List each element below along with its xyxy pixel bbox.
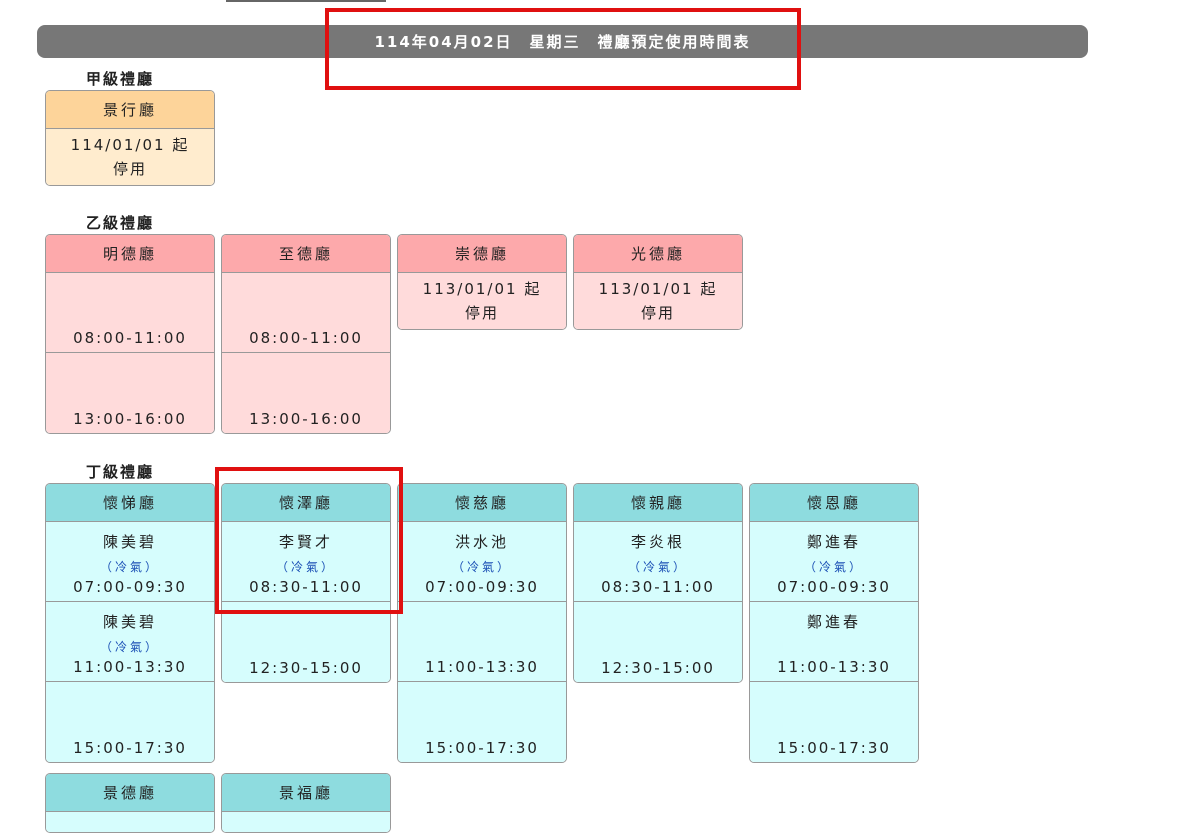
section-title-yi: 乙級禮廳 — [86, 214, 155, 232]
closed-date: 113/01/01 起 — [422, 280, 542, 298]
booker-name: 李炎根 — [630, 533, 685, 551]
time-slot[interactable]: 15:00-17:30 — [46, 682, 214, 762]
booker-name: 李賢才 — [278, 533, 333, 551]
hall-card-mingde: 明德廳 08:00-11:00 13:00-16:00 — [45, 234, 215, 434]
ac-label: （冷氣） — [803, 560, 864, 574]
time-slot[interactable]: 15:00-17:30 — [398, 682, 566, 762]
time-slot[interactable]: 12:30-15:00 — [574, 602, 742, 682]
hall-card-huaiti: 懷悌廳 陳美碧 （冷氣） 07:00-09:30 陳美碧 （冷氣） 11:00-… — [45, 483, 215, 763]
time-slot[interactable]: 陳美碧 （冷氣） 11:00-13:30 — [46, 602, 214, 682]
hall-name: 景行廳 — [46, 91, 214, 129]
hall-name: 懷悌廳 — [46, 484, 214, 522]
ac-label: （冷氣） — [99, 560, 160, 574]
time-slot[interactable]: 12:30-15:00 — [222, 602, 390, 682]
time-slot[interactable]: 鄭進春 （冷氣） 07:00-09:30 — [750, 522, 918, 602]
slot-time: 08:00-11:00 — [73, 329, 187, 347]
time-slot[interactable]: 08:00-11:00 — [222, 273, 390, 353]
hall-name: 景福廳 — [222, 774, 390, 812]
booker-name: 洪水池 — [454, 533, 509, 551]
slot-time: 12:30-15:00 — [601, 659, 715, 677]
slot-time: 08:00-11:00 — [249, 329, 363, 347]
schedule-header: 114年04月02日 星期三 禮廳預定使用時間表 — [37, 25, 1088, 58]
hall-card-jingxing: 景行廳 114/01/01 起 停用 — [45, 90, 215, 186]
closed-text: 停用 — [112, 160, 147, 178]
schedule-title: 114年04月02日 星期三 禮廳預定使用時間表 — [374, 33, 751, 51]
slot-time: 11:00-13:30 — [425, 658, 539, 676]
hall-card-huaici: 懷慈廳 洪水池 （冷氣） 07:00-09:30 11:00-13:30 15:… — [397, 483, 567, 763]
hall-name: 崇德廳 — [398, 235, 566, 273]
time-slot[interactable]: 李炎根 （冷氣） 08:30-11:00 — [574, 522, 742, 602]
ac-label: （冷氣） — [275, 560, 336, 574]
closed-text: 停用 — [640, 304, 675, 322]
hall-card-jingfu: 景福廳 — [221, 773, 391, 833]
time-slot[interactable]: 陳美碧 （冷氣） 07:00-09:30 — [46, 522, 214, 602]
slot-time: 08:30-11:00 — [249, 578, 363, 596]
slot-time: 07:00-09:30 — [777, 578, 891, 596]
slot-time: 13:00-16:00 — [249, 410, 363, 428]
slot-time: 08:30-11:00 — [601, 578, 715, 596]
closed-date: 113/01/01 起 — [598, 280, 718, 298]
hall-name: 明德廳 — [46, 235, 214, 273]
closed-date: 114/01/01 起 — [70, 136, 190, 154]
time-slot[interactable]: 13:00-16:00 — [222, 353, 390, 433]
hall-card-huaien: 懷恩廳 鄭進春 （冷氣） 07:00-09:30 鄭進春 11:00-13:30… — [749, 483, 919, 763]
hall-name: 光德廳 — [574, 235, 742, 273]
hall-closed-notice: 113/01/01 起 停用 — [398, 273, 566, 329]
booker-name: 鄭進春 — [806, 613, 861, 631]
hall-card-zhide: 至德廳 08:00-11:00 13:00-16:00 — [221, 234, 391, 434]
section-title-jia: 甲級禮廳 — [86, 70, 155, 88]
hall-closed-notice: 114/01/01 起 停用 — [46, 129, 214, 185]
hall-name: 至德廳 — [222, 235, 390, 273]
hall-card-guangde: 光德廳 113/01/01 起 停用 — [573, 234, 743, 330]
ac-label: （冷氣） — [451, 560, 512, 574]
time-slot[interactable]: 15:00-17:30 — [750, 682, 918, 762]
top-divider — [226, 0, 386, 2]
hall-closed-notice: 113/01/01 起 停用 — [574, 273, 742, 329]
slot-time: 07:00-09:30 — [425, 578, 539, 596]
slot-time: 11:00-13:30 — [777, 658, 891, 676]
time-slot[interactable]: 11:00-13:30 — [398, 602, 566, 682]
hall-name: 懷澤廳 — [222, 484, 390, 522]
hall-card-jingde: 景德廳 — [45, 773, 215, 833]
slot-time: 15:00-17:30 — [777, 739, 891, 757]
section-title-ding: 丁級禮廳 — [86, 463, 155, 481]
slot-time: 11:00-13:30 — [73, 658, 187, 676]
slot-time: 12:30-15:00 — [249, 659, 363, 677]
hall-card-huaize: 懷澤廳 李賢才 （冷氣） 08:30-11:00 12:30-15:00 — [221, 483, 391, 683]
booker-name: 陳美碧 — [102, 533, 157, 551]
time-slot[interactable] — [46, 812, 214, 832]
ac-label: （冷氣） — [99, 640, 160, 654]
booker-name: 鄭進春 — [806, 533, 861, 551]
hall-name: 景德廳 — [46, 774, 214, 812]
hall-card-chongde: 崇德廳 113/01/01 起 停用 — [397, 234, 567, 330]
booker-name: 陳美碧 — [102, 613, 157, 631]
time-slot[interactable]: 08:00-11:00 — [46, 273, 214, 353]
time-slot[interactable]: 鄭進春 11:00-13:30 — [750, 602, 918, 682]
time-slot[interactable]: 李賢才 （冷氣） 08:30-11:00 — [222, 522, 390, 602]
slot-time: 15:00-17:30 — [425, 739, 539, 757]
slot-time: 07:00-09:30 — [73, 578, 187, 596]
slot-time: 15:00-17:30 — [73, 739, 187, 757]
hall-name: 懷慈廳 — [398, 484, 566, 522]
time-slot[interactable]: 洪水池 （冷氣） 07:00-09:30 — [398, 522, 566, 602]
ac-label: （冷氣） — [627, 560, 688, 574]
hall-card-huaiqin: 懷親廳 李炎根 （冷氣） 08:30-11:00 12:30-15:00 — [573, 483, 743, 683]
time-slot[interactable]: 13:00-16:00 — [46, 353, 214, 433]
closed-text: 停用 — [464, 304, 499, 322]
time-slot[interactable] — [222, 812, 390, 832]
slot-time: 13:00-16:00 — [73, 410, 187, 428]
hall-name: 懷恩廳 — [750, 484, 918, 522]
hall-name: 懷親廳 — [574, 484, 742, 522]
